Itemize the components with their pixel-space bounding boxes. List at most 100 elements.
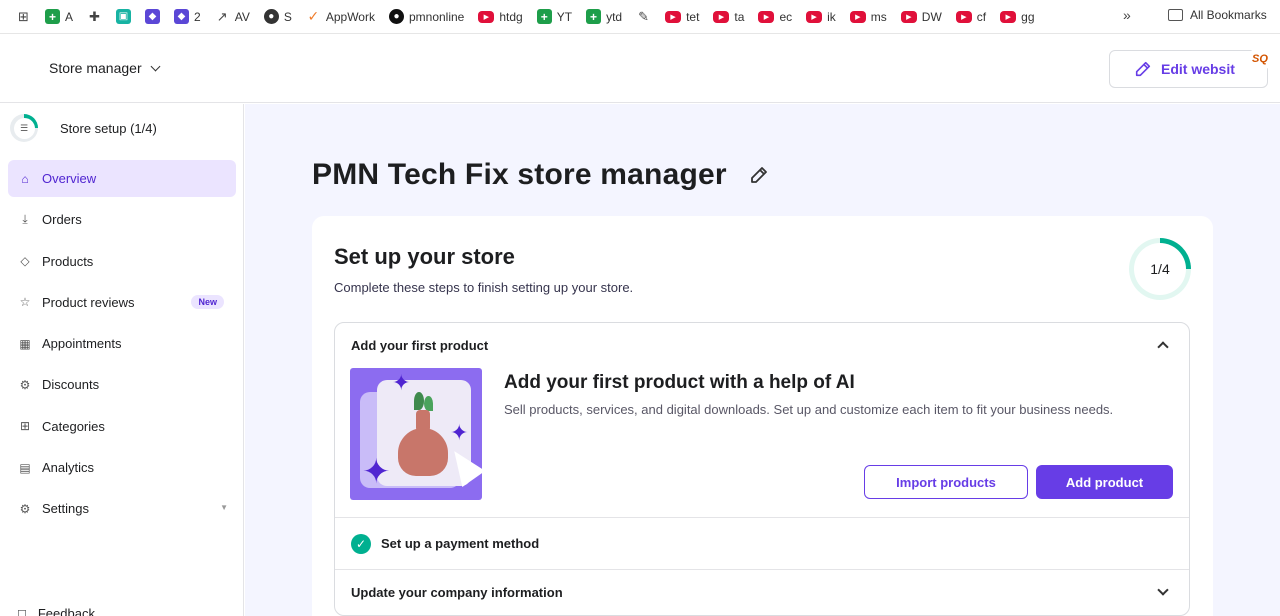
sheets-icon: + <box>586 9 602 24</box>
bookmark-item[interactable]: ▶ DW <box>900 6 942 28</box>
sidebar-item-feedback[interactable]: □ Feedback <box>18 606 95 616</box>
progress-ring: ☰ <box>10 114 38 142</box>
bookmark-item[interactable]: + YT <box>536 6 572 28</box>
chevron-up-icon <box>1157 341 1169 353</box>
chevron-down-icon <box>150 61 161 71</box>
youtube-icon: ▶ <box>665 10 682 23</box>
bookmark-item[interactable]: ✎ <box>636 6 651 28</box>
main-content: PMN Tech Fix store manager Set up your s… <box>245 104 1280 616</box>
setup-card-subtitle: Complete these steps to finish setting u… <box>334 280 634 295</box>
import-products-button[interactable]: Import products <box>864 465 1028 499</box>
globe-icon: ● <box>263 9 279 24</box>
caret-down-icon: ▼ <box>220 503 228 513</box>
bookmark-item[interactable]: ▶ ta <box>713 6 744 28</box>
calendar-icon: ▦ <box>19 336 31 351</box>
sidebar-item-appointments[interactable]: ▦ Appointments <box>8 325 236 362</box>
step-body-title: Add your first product with a help of AI <box>504 372 855 393</box>
step-add-product-body: ✦ ✦ ✦ Add your first product with a help… <box>335 368 1189 518</box>
extension-badge-icon[interactable]: SQ <box>1248 47 1272 71</box>
youtube-icon: ▶ <box>806 10 823 23</box>
step-body-text: Sell products, services, and digital dow… <box>504 402 1114 417</box>
chart-icon: ▤ <box>19 460 31 475</box>
sidebar-nav: ⌂ Overview ⤓ Orders ◇ Products ☆ Product rev… <box>8 160 236 532</box>
check-circle-icon: ✓ <box>351 533 371 554</box>
bookmark-item[interactable]: + ytd <box>586 6 622 28</box>
page-title: PMN Tech Fix store manager <box>312 158 769 192</box>
bookmark-item[interactable]: ● pmnonline <box>388 6 464 28</box>
bookmarks-bar: ⊞ + A ✚ ▣ ◆ ◆ 2 ↗ AV ● S ✓ AppWork ● pmnonline… <box>0 0 1280 34</box>
new-badge: New <box>191 294 224 309</box>
store-setup-progress[interactable]: ☰ Store setup (1/4) <box>10 114 157 142</box>
store-switcher[interactable]: Store manager <box>49 60 161 76</box>
extension-icon: ✚ <box>89 8 100 24</box>
bookmark-item[interactable]: ◆ 2 <box>174 6 201 28</box>
bookmark-item[interactable]: ▶ tet <box>665 6 699 28</box>
bookmark-item[interactable]: ▶ ec <box>758 6 792 28</box>
step-add-product-header[interactable]: Add your first product <box>335 323 1189 368</box>
sidebar-item-analytics[interactable]: ▤ Analytics <box>8 449 236 486</box>
sidebar-item-overview[interactable]: ⌂ Overview <box>8 160 236 197</box>
check-icon: ✓ <box>307 8 320 24</box>
sidebar-item-product-reviews[interactable]: ☆ Product reviews New <box>8 284 236 321</box>
chevron-down-icon <box>1157 584 1169 596</box>
youtube-icon: ▶ <box>713 10 730 23</box>
setup-card-title: Set up your store <box>334 244 515 269</box>
pin-icon: ✎ <box>638 8 650 24</box>
setup-steps: Add your first product ✦ ✦ ✦ Add your fi… <box>334 322 1190 616</box>
youtube-icon: ▶ <box>1000 10 1017 23</box>
product-illustration: ✦ ✦ ✦ <box>350 368 482 500</box>
folder-icon <box>1168 9 1183 21</box>
add-product-button[interactable]: Add product <box>1036 465 1173 499</box>
step-payment-method[interactable]: ✓ Set up a payment method <box>335 518 1189 570</box>
sparkle-icon: ✦ <box>362 453 391 491</box>
sidebar: ☰ Store setup (1/4) ⌂ Overview ⤓ Orders ◇ P… <box>0 104 244 616</box>
bookmark-apps[interactable]: ⊞ <box>16 6 31 28</box>
trend-icon: ↗ <box>216 8 228 24</box>
bookmark-item[interactable]: ✚ <box>87 6 102 28</box>
setup-card: Set up your store Complete these steps t… <box>312 216 1213 616</box>
edit-title-pencil-icon[interactable] <box>749 165 769 185</box>
bookmark-item[interactable]: ▶ htdg <box>478 6 523 28</box>
youtube-icon: ▶ <box>478 10 495 23</box>
bookmarks-overflow-button[interactable]: » <box>1123 7 1131 23</box>
home-icon: ⌂ <box>21 171 29 186</box>
purple-app-icon: ◆ <box>174 9 190 24</box>
step-company-info-header[interactable]: Update your company information <box>335 570 1189 615</box>
star-icon: ☆ <box>19 295 31 310</box>
youtube-icon: ▶ <box>849 10 866 23</box>
sidebar-item-orders[interactable]: ⤓ Orders <box>8 201 236 238</box>
youtube-icon: ▶ <box>955 10 972 23</box>
bookmark-item[interactable]: ▶ ms <box>849 6 887 28</box>
bookmark-item[interactable]: ◆ <box>145 6 161 28</box>
purple-app-icon: ◆ <box>145 9 161 24</box>
bookmark-item[interactable]: ● S <box>263 6 292 28</box>
setup-progress-label: 1/4 <box>1134 243 1186 295</box>
sparkle-icon: ✦ <box>392 370 411 395</box>
sidebar-item-products[interactable]: ◇ Products <box>8 243 236 280</box>
all-bookmarks-button[interactable]: All Bookmarks <box>1168 8 1267 22</box>
bookmark-item[interactable]: ✓ AppWork <box>306 6 375 28</box>
apps-grid-icon: ⊞ <box>18 8 29 24</box>
bookmark-item[interactable]: ▶ ik <box>806 6 836 28</box>
feedback-icon: □ <box>18 606 26 616</box>
app-header: Store manager Edit websit SQ <box>0 35 1280 103</box>
bookmark-item[interactable]: ↗ AV <box>215 6 250 28</box>
pencil-icon <box>1135 61 1151 77</box>
discount-icon: ⚙ <box>19 377 31 392</box>
edit-website-button[interactable]: Edit websit <box>1109 50 1268 88</box>
youtube-icon: ▶ <box>900 10 917 23</box>
bookmark-item[interactable]: ▶ gg <box>1000 6 1035 28</box>
sheets-icon: + <box>45 9 60 24</box>
vase-image <box>398 428 448 476</box>
setup-progress-ring: 1/4 <box>1129 238 1191 300</box>
sidebar-item-categories[interactable]: ⊞ Categories <box>8 408 236 445</box>
github-icon: ● <box>388 9 404 24</box>
teal-app-icon: ▣ <box>116 9 132 24</box>
sidebar-item-settings[interactable]: ⚙ Settings ▼ <box>8 490 236 527</box>
bookmark-item[interactable]: ▶ cf <box>955 6 986 28</box>
sheets-icon: + <box>536 9 552 24</box>
sidebar-item-discounts[interactable]: ⚙ Discounts <box>8 366 236 403</box>
bookmark-item[interactable]: + A <box>45 6 73 28</box>
gear-icon: ⚙ <box>19 501 31 516</box>
bookmark-item[interactable]: ▣ <box>116 6 132 28</box>
